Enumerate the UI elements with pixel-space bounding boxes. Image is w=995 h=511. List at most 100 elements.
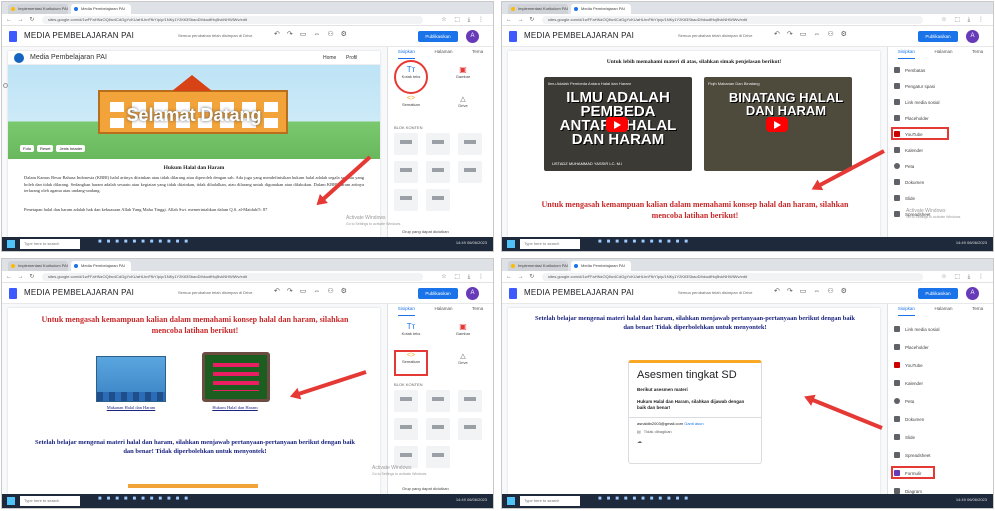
layout-tile[interactable] [458,161,482,183]
layout-tile[interactable] [426,418,450,440]
play-icon[interactable] [606,117,628,132]
layout-tile[interactable] [394,161,418,183]
publish-button[interactable]: Publikasikan [418,288,458,299]
play-icon[interactable] [766,117,788,132]
nav-arrows-icon[interactable]: ← → ↻ [506,273,536,280]
tab-themes[interactable]: Tema [472,49,483,59]
tab-pages[interactable]: Halaman [934,49,952,59]
browser-extension-icons[interactable]: ☆ ⬚ ⤓ ⋮ [941,16,987,24]
tab-pages[interactable]: Halaman [934,306,952,316]
drive-widget[interactable]: △ Drive [450,95,476,117]
avatar[interactable]: A [966,30,979,43]
tab-themes[interactable]: Tema [472,306,483,316]
collapsible-group-item[interactable]: Grup yang dapat diciutkan [402,229,449,234]
sites-logo-icon[interactable] [9,31,17,42]
switch-account-link[interactable]: Ganti akun [684,421,703,426]
layout-tile[interactable] [394,189,418,211]
tab-blog[interactable]: Implementasi Kurikulum PAI [508,261,568,271]
publish-button[interactable]: Publikasikan [918,288,958,299]
header-reset-button[interactable]: Reset [37,145,54,152]
tab-sites[interactable]: Media Pembelajaran PAI [571,4,631,14]
tab-blog[interactable]: Implementasi Kurikulum PAI [8,4,68,14]
text-box-widget[interactable]: Tт Kotak teks [398,322,424,348]
taskbar-search[interactable]: Type here to search [20,239,80,249]
toolbar-icons[interactable]: ↶↷▭⇔⚇⚙ [774,30,854,38]
side-item-divider[interactable]: Pembatas [894,67,925,73]
layout-tile[interactable] [458,390,482,412]
doc-title[interactable]: MEDIA PEMBELAJARAN PAI [524,31,634,40]
toolbar-icons[interactable]: ↶↷▭⇔⚇⚙ [274,30,354,38]
avatar[interactable]: A [966,287,979,300]
layout-tile[interactable] [394,390,418,412]
sites-logo-icon[interactable] [509,288,517,299]
tab-sites[interactable]: Media Pembelajaran PAI [71,4,131,14]
windows-start-icon[interactable] [507,240,515,248]
windows-start-icon[interactable] [507,497,515,505]
url-field[interactable]: sites.google.com/d/1wFFaHNzOQlhv4CdGgYcK… [42,16,423,24]
layout-tile[interactable] [426,446,450,468]
tab-blog[interactable]: Implementasi Kurikulum PAI [508,4,568,14]
toolbar-icons[interactable]: ↶↷▭⇔⚇⚙ [774,287,854,295]
youtube-embed-2[interactable]: Fiqih Makanan Dan Binatang BINATANG HALA… [704,77,852,171]
side-item-map[interactable]: Peta [894,398,914,404]
tab-insert[interactable]: Sisipkan [897,306,915,316]
taskbar-app-icons[interactable]: ■■■■■■■■■■■ [98,239,193,245]
side-item-calendar[interactable]: Kalender [894,380,923,386]
side-item-docs[interactable]: Dokumen [894,416,924,422]
browser-extension-icons[interactable]: ☆ ⬚ ⤓ ⋮ [441,16,487,24]
publish-button[interactable]: Publikasikan [918,31,958,42]
layout-tile[interactable] [426,390,450,412]
embed-widget[interactable]: <> Sematkan [398,95,424,117]
nav-arrows-icon[interactable]: ← → ↻ [6,273,36,280]
header-logo-button[interactable]: Foto [20,145,35,152]
avatar[interactable]: A [466,30,479,43]
taskbar-app-icons[interactable]: ■■■■■■■■■■■ [598,239,693,245]
side-item-placeholder[interactable]: Placeholder [894,115,929,121]
nav-arrows-icon[interactable]: ← → ↻ [506,16,536,23]
taskbar-search[interactable]: Type here to search [520,496,580,506]
images-widget[interactable]: ▣ Gambar [450,322,476,348]
tab-insert[interactable]: Sisipkan [397,49,415,59]
nav-home[interactable]: Home [323,55,336,61]
taskbar-search[interactable]: Type here to search [20,496,80,506]
side-item-slides[interactable]: Slide [894,195,915,201]
sites-logo-icon[interactable] [509,31,517,42]
tab-pages[interactable]: Halaman [434,306,452,316]
tab-sites[interactable]: Media Pembelajaran PAI [571,261,631,271]
layout-tile[interactable] [426,189,450,211]
side-item-youtube[interactable]: YouTube [894,362,923,368]
layout-tile[interactable] [394,418,418,440]
browser-extension-icons[interactable]: ☆ ⬚ ⤓ ⋮ [441,273,487,281]
tab-insert[interactable]: Sisipkan [897,49,915,59]
tab-themes[interactable]: Tema [972,306,983,316]
game1-label[interactable]: Makanan Halal dan Haram [84,405,178,410]
url-field[interactable]: sites.google.com/d/1wFFaHNzOQlhv4CdGgYcK… [542,16,923,24]
avatar[interactable]: A [466,287,479,300]
side-item-slides[interactable]: Slide [894,434,915,440]
side-item-social-links[interactable]: Link media sosial [894,99,940,105]
collapsible-group-item[interactable]: Grup yang dapat diciutkan [402,486,449,491]
toolbar-icons[interactable]: ↶↷▭⇔⚇⚙ [274,287,354,295]
side-item-sheets[interactable]: Spreadsheet [894,452,931,458]
nav-arrows-icon[interactable]: ← → ↻ [6,16,36,23]
header-type-button[interactable]: Jenis header [56,145,86,152]
layout-tile[interactable] [394,133,418,155]
doc-title[interactable]: MEDIA PEMBELAJARAN PAI [24,288,134,297]
side-item-calendar[interactable]: Kalender [894,147,923,153]
drive-widget[interactable]: △ Drive [450,352,476,374]
tab-insert[interactable]: Sisipkan [397,306,415,316]
game-embed-2[interactable] [202,352,270,402]
taskbar-clock[interactable]: 14:49 06/06/2023 [456,497,487,502]
url-field[interactable]: sites.google.com/d/1wFFaHNzOQlhv4CdGgYcK… [542,273,923,281]
youtube-embed-1[interactable]: Ilmu Adalah Pembeda Antara Halal dan Har… [544,77,692,171]
google-form-embed[interactable]: Asesmen tingkat SD Berikut asesmen mater… [628,360,762,464]
publish-button[interactable]: Publikasikan [418,31,458,42]
taskbar-clock[interactable]: 14:49 06/06/2023 [456,240,487,245]
nav-profile[interactable]: Profil [346,55,357,61]
side-item-map[interactable]: Peta [894,163,914,169]
windows-start-icon[interactable] [7,497,15,505]
side-item-placeholder[interactable]: Placeholder [894,344,929,350]
tab-sites[interactable]: Media Pembelajaran PAI [71,261,131,271]
tab-themes[interactable]: Tema [972,49,983,59]
taskbar-app-icons[interactable]: ■■■■■■■■■■■ [598,496,693,502]
